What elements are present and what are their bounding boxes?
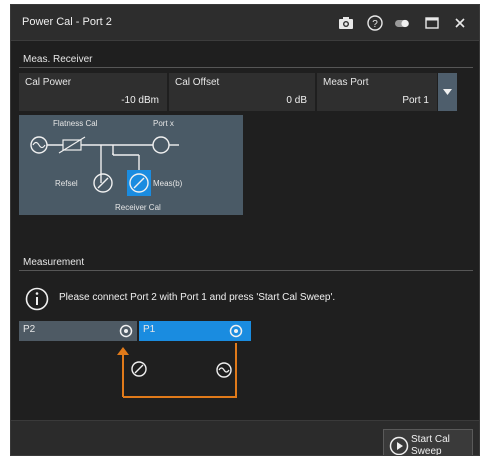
start-cal-sweep-line-1: Start Cal (411, 434, 450, 445)
connection-diagram (117, 343, 237, 398)
start-cal-sweep-label: Start Cal Sweep (411, 434, 451, 456)
start-cal-sweep-button[interactable]: Start Cal Sweep (383, 429, 473, 456)
start-cal-sweep-line-2: Sweep (411, 446, 442, 456)
play-icon (389, 436, 409, 455)
power-cal-dialog: Power Cal - Port 2 ? Meas. Receiver Cal … (10, 4, 480, 456)
